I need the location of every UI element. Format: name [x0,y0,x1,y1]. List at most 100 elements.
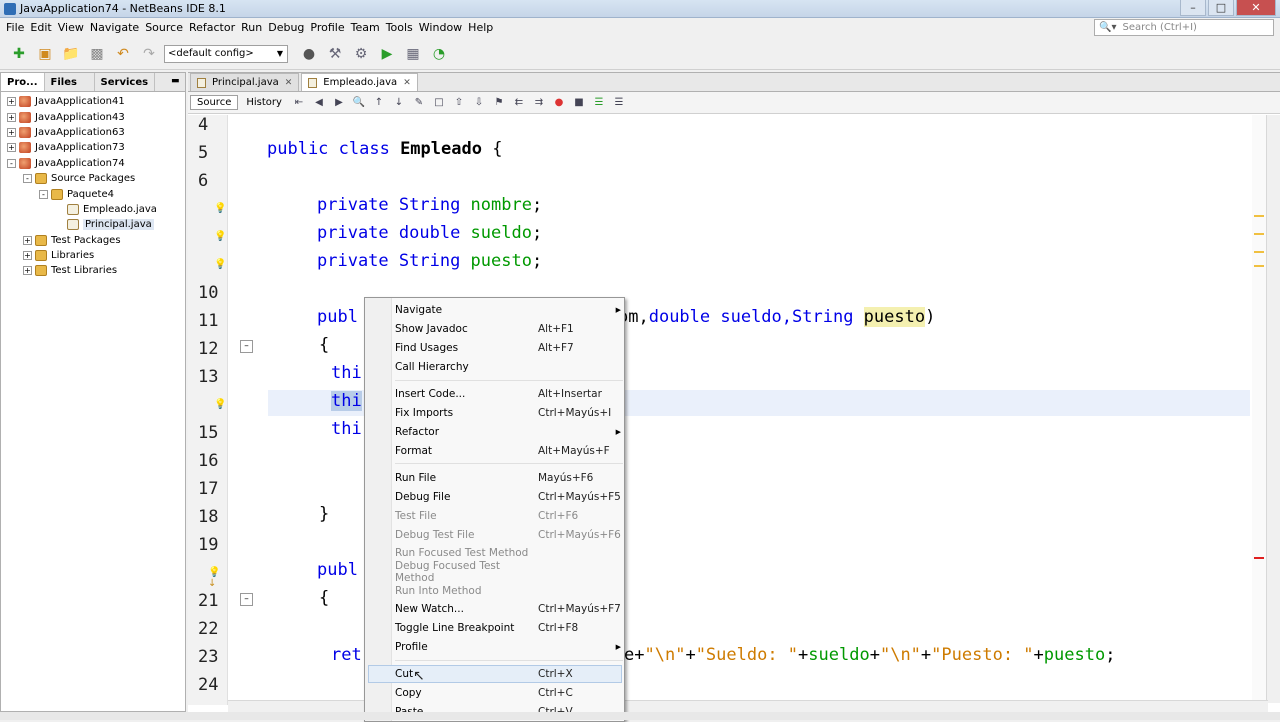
undo-icon[interactable]: ↶ [112,43,134,65]
expand-icon[interactable]: + [7,97,16,107]
source-button[interactable]: Source [190,95,239,110]
menu-item-cut[interactable]: Cut Ctrl+X ↖ [368,665,622,684]
tab-services[interactable]: Services [95,73,156,91]
collapse-icon[interactable]: - [39,189,48,199]
tree-node[interactable]: + Test Libraries [1,263,185,278]
code-line-21[interactable]: { [319,588,329,608]
tree-node[interactable]: + JavaApplication63 [1,125,185,140]
menu-navigate[interactable]: Navigate [87,18,142,38]
menu-file[interactable]: File [3,18,27,38]
code-line-7[interactable]: private String nombre; [317,195,542,215]
warning-mark[interactable] [1254,215,1264,217]
tree-node[interactable]: + JavaApplication41 [1,94,185,109]
menu-item-profile[interactable]: Profile ▶ [395,638,623,656]
fold-toggle-icon[interactable]: – [240,340,253,353]
collapse-icon[interactable]: - [7,158,16,168]
history-button[interactable]: History [240,96,288,109]
new-file-icon[interactable]: ✚ [8,43,30,65]
menu-item-refactor[interactable]: Refactor ▶ [395,423,623,441]
next-bookmark-icon[interactable]: ⇩ [470,95,488,111]
menu-item-copy[interactable]: Copy Ctrl+C [395,684,623,702]
hint-bulb-icon[interactable]: 💡 [214,259,226,270]
expand-icon[interactable]: + [7,112,16,122]
menu-refactor[interactable]: Refactor [186,18,238,38]
config-select[interactable]: <default config> ▼ [164,44,288,63]
tab-empleado-java[interactable]: Empleado.java ✕ [301,73,418,91]
menu-help[interactable]: Help [465,18,496,38]
menu-source[interactable]: Source [142,18,186,38]
menu-item-show-javadoc[interactable]: Show Javadoc Alt+F1 [395,320,623,338]
new-project-icon[interactable]: ▣ [34,43,56,65]
stop-macro-icon[interactable]: ■ [570,95,588,111]
expand-icon[interactable]: + [7,127,16,137]
hint-bulb-icon[interactable]: 💡 [214,231,226,242]
menu-debug[interactable]: Debug [265,18,307,38]
find-previous-icon[interactable]: ↑ [370,95,388,111]
code-line-23-start[interactable]: ret [331,645,362,665]
toggle-highlight-icon[interactable]: ✎ [410,95,428,111]
comment-icon[interactable]: ☰ [590,95,608,111]
tree-node[interactable]: - Source Packages [1,171,185,186]
menu-item-new-watch[interactable]: New Watch... Ctrl+Mayús+F7 [395,600,623,618]
menu-item-insert-code[interactable]: Insert Code... Alt+Insertar [395,385,623,403]
tree-node[interactable]: + Libraries [1,248,185,263]
close-tab-icon[interactable]: ✕ [403,78,411,88]
menu-item-run-file[interactable]: Run File Mayús+F6 [395,469,623,487]
maximize-button[interactable]: □ [1208,0,1234,16]
select-rectangular-icon[interactable]: □ [430,95,448,111]
shift-right-icon[interactable]: ⇉ [530,95,548,111]
toggle-bookmark-icon[interactable]: ⚑ [490,95,508,111]
vertical-scrollbar[interactable] [1266,115,1280,703]
code-line-13[interactable]: thi [331,363,362,383]
tree-node[interactable]: + JavaApplication73 [1,140,185,155]
menu-tools[interactable]: Tools [383,18,416,38]
clean-build-icon[interactable]: ⚙ [350,43,372,65]
close-button[interactable]: ✕ [1236,0,1276,16]
warning-mark[interactable] [1254,233,1264,235]
code-line-12[interactable]: { [319,335,329,355]
start-macro-icon[interactable]: ● [550,95,568,111]
prev-bookmark-icon[interactable]: ⇧ [450,95,468,111]
search-input[interactable]: 🔍▾ Search (Ctrl+I) [1094,19,1274,36]
tree-node[interactable]: - Paquete4 [1,186,185,201]
fold-toggle-icon[interactable]: – [240,593,253,606]
menu-item-navigate[interactable]: Navigate ▶ [395,301,623,319]
collapse-icon[interactable]: - [23,174,32,184]
menu-item-find-usages[interactable]: Find Usages Alt+F7 [395,339,623,357]
tree-node[interactable]: + JavaApplication43 [1,109,185,124]
menu-item-format[interactable]: Format Alt+Mayús+F [395,442,623,460]
expand-icon[interactable]: + [23,251,32,261]
code-line-23-end[interactable]: e+"\n"+"Sueldo: "+sueldo+"\n"+"Puesto: "… [624,645,1115,665]
expand-icon[interactable]: + [23,266,32,276]
globe-icon[interactable]: ● [298,43,320,65]
menu-run[interactable]: Run [238,18,265,38]
tab-files[interactable]: Files [45,73,95,91]
back-icon[interactable]: ◀ [310,95,328,111]
menu-team[interactable]: Team [348,18,383,38]
override-marker-icon[interactable]: 💡↓ [208,567,227,589]
expand-icon[interactable]: + [7,143,16,153]
tree-node[interactable]: - JavaApplication74 [1,156,185,171]
close-tab-icon[interactable]: ✕ [285,78,293,88]
build-icon[interactable]: ⚒ [324,43,346,65]
menu-window[interactable]: Window [416,18,465,38]
run-icon[interactable]: ▶ [376,43,398,65]
last-edit-icon[interactable]: ⇤ [290,95,308,111]
menu-item-fix-imports[interactable]: Fix Imports Ctrl+Mayús+I [395,404,623,422]
menu-edit[interactable]: Edit [27,18,54,38]
save-all-icon[interactable]: ▩ [86,43,108,65]
warning-mark[interactable] [1254,251,1264,253]
uncomment-icon[interactable]: ☰ [610,95,628,111]
open-project-icon[interactable]: 📁 [60,43,82,65]
menu-view[interactable]: View [55,18,87,38]
minimize-panel-icon[interactable]: ▬ [171,73,185,91]
minimize-button[interactable]: – [1180,0,1206,16]
code-line-5[interactable]: public class Empleado { [267,139,502,159]
menu-item-call-hierarchy[interactable]: Call Hierarchy [395,358,623,376]
error-mark[interactable] [1254,557,1264,559]
code-line-8[interactable]: private double sueldo; [317,223,542,243]
code-line-9[interactable]: private String puesto; [317,251,542,271]
shift-left-icon[interactable]: ⇇ [510,95,528,111]
forward-icon[interactable]: ▶ [330,95,348,111]
tree-node[interactable]: Principal.java [1,217,185,232]
